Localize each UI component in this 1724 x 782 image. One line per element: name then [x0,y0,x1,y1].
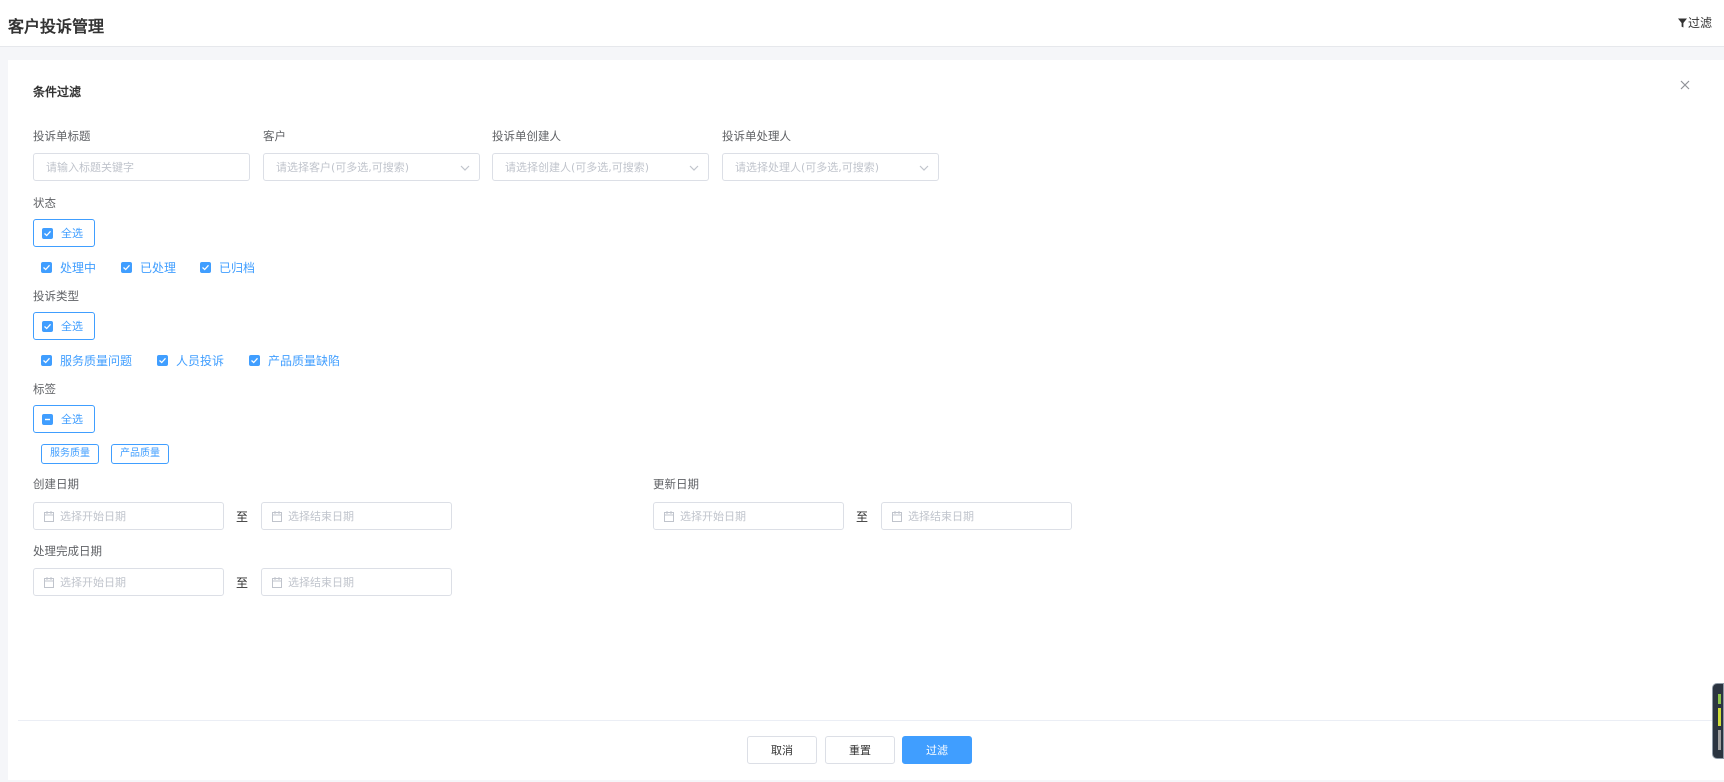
widget-indicator [1718,708,1721,726]
chevron-down-icon [460,165,470,171]
option-label: 人员投诉 [176,354,225,368]
customer-field [263,153,480,181]
complaint-title-field [33,153,250,181]
option-label: 已归档 [219,261,256,275]
customer-label: 客户 [263,129,286,143]
tag-product-quality[interactable]: 产品质量 [111,444,169,464]
chevron-down-icon [919,165,929,171]
checkbox-checked-icon [249,355,260,366]
created-start-date-input[interactable] [34,503,223,529]
select-all-label: 全选 [61,227,83,240]
handler-field [722,153,939,181]
updated-date-label: 更新日期 [653,477,699,491]
date-range-separator: 至 [236,510,249,524]
handler-label: 投诉单处理人 [722,129,791,143]
filter-panel: 条件过滤 投诉单标题 客户 投诉单创建人 投诉单处理人 状态 全选 处理中 已处… [8,60,1724,780]
filter-toggle-label: 过滤 [1687,16,1712,30]
updated-start-date-field [653,502,844,530]
page-title: 客户投诉管理 [8,17,105,36]
handler-select[interactable] [723,154,938,180]
panel-title: 条件过滤 [33,85,82,99]
date-range-separator: 至 [856,510,869,524]
footer-divider [18,720,1714,721]
tags-select-all-checkbox[interactable]: 全选 [33,405,95,433]
calendar-icon [892,511,902,522]
created-end-date-field [261,502,452,530]
created-date-label: 创建日期 [33,477,79,491]
cancel-button[interactable]: 取消 [747,736,817,764]
tags-label: 标签 [33,382,56,396]
status-option-processing[interactable]: 处理中 [41,259,96,276]
completed-end-date-input[interactable] [262,569,451,595]
date-range-separator: 至 [236,576,249,590]
widget-indicator [1718,730,1721,750]
reset-button[interactable]: 重置 [825,736,895,764]
calendar-icon [44,511,54,522]
select-all-label: 全选 [61,413,83,426]
customer-select[interactable] [264,154,479,180]
complaint-title-input[interactable] [34,154,249,180]
complaint-type-option-staff[interactable]: 人员投诉 [157,352,224,369]
complaint-type-option-service-quality[interactable]: 服务质量问题 [41,352,132,369]
checkbox-checked-icon [41,355,52,366]
complaint-type-option-product-defect[interactable]: 产品质量缺陷 [249,352,340,369]
checkbox-checked-icon [42,227,53,239]
option-label: 已处理 [140,261,177,275]
select-all-label: 全选 [61,320,83,333]
completed-start-date-input[interactable] [34,569,223,595]
creator-select[interactable] [493,154,708,180]
tag-service-quality[interactable]: 服务质量 [41,444,99,464]
checkbox-checked-icon [200,262,211,273]
calendar-icon [272,577,282,588]
creator-label: 投诉单创建人 [492,129,561,143]
option-label: 产品质量缺陷 [268,354,341,368]
option-label: 处理中 [60,261,97,275]
status-label: 状态 [33,196,56,210]
calendar-icon [44,577,54,588]
side-floating-widget[interactable] [1712,683,1724,759]
completed-end-date-field [261,568,452,596]
checkbox-indeterminate-icon [42,413,53,425]
checkbox-checked-icon [41,262,52,273]
checkbox-checked-icon [42,320,53,332]
updated-start-date-input[interactable] [654,503,843,529]
updated-end-date-input[interactable] [882,503,1071,529]
complaint-title-label: 投诉单标题 [33,129,91,143]
created-end-date-input[interactable] [262,503,451,529]
status-select-all-checkbox[interactable]: 全选 [33,219,95,247]
creator-field [492,153,709,181]
complaint-type-label: 投诉类型 [33,289,79,303]
chevron-down-icon [689,165,699,171]
calendar-icon [272,511,282,522]
top-bar: 客户投诉管理 过滤 [0,0,1724,47]
widget-indicator [1718,694,1721,704]
calendar-icon [664,511,674,522]
status-option-processed[interactable]: 已处理 [121,259,176,276]
checkbox-checked-icon [157,355,168,366]
status-option-archived[interactable]: 已归档 [200,259,255,276]
complaint-type-select-all-checkbox[interactable]: 全选 [33,312,95,340]
completed-start-date-field [33,568,224,596]
option-label: 服务质量问题 [60,354,133,368]
funnel-icon [1677,18,1687,27]
checkbox-checked-icon [121,262,132,273]
close-icon[interactable] [1678,78,1692,92]
created-start-date-field [33,502,224,530]
filter-submit-button[interactable]: 过滤 [902,736,972,764]
filter-toggle-button[interactable]: 过滤 [1677,14,1712,31]
completed-date-label: 处理完成日期 [33,544,102,558]
updated-end-date-field [881,502,1072,530]
